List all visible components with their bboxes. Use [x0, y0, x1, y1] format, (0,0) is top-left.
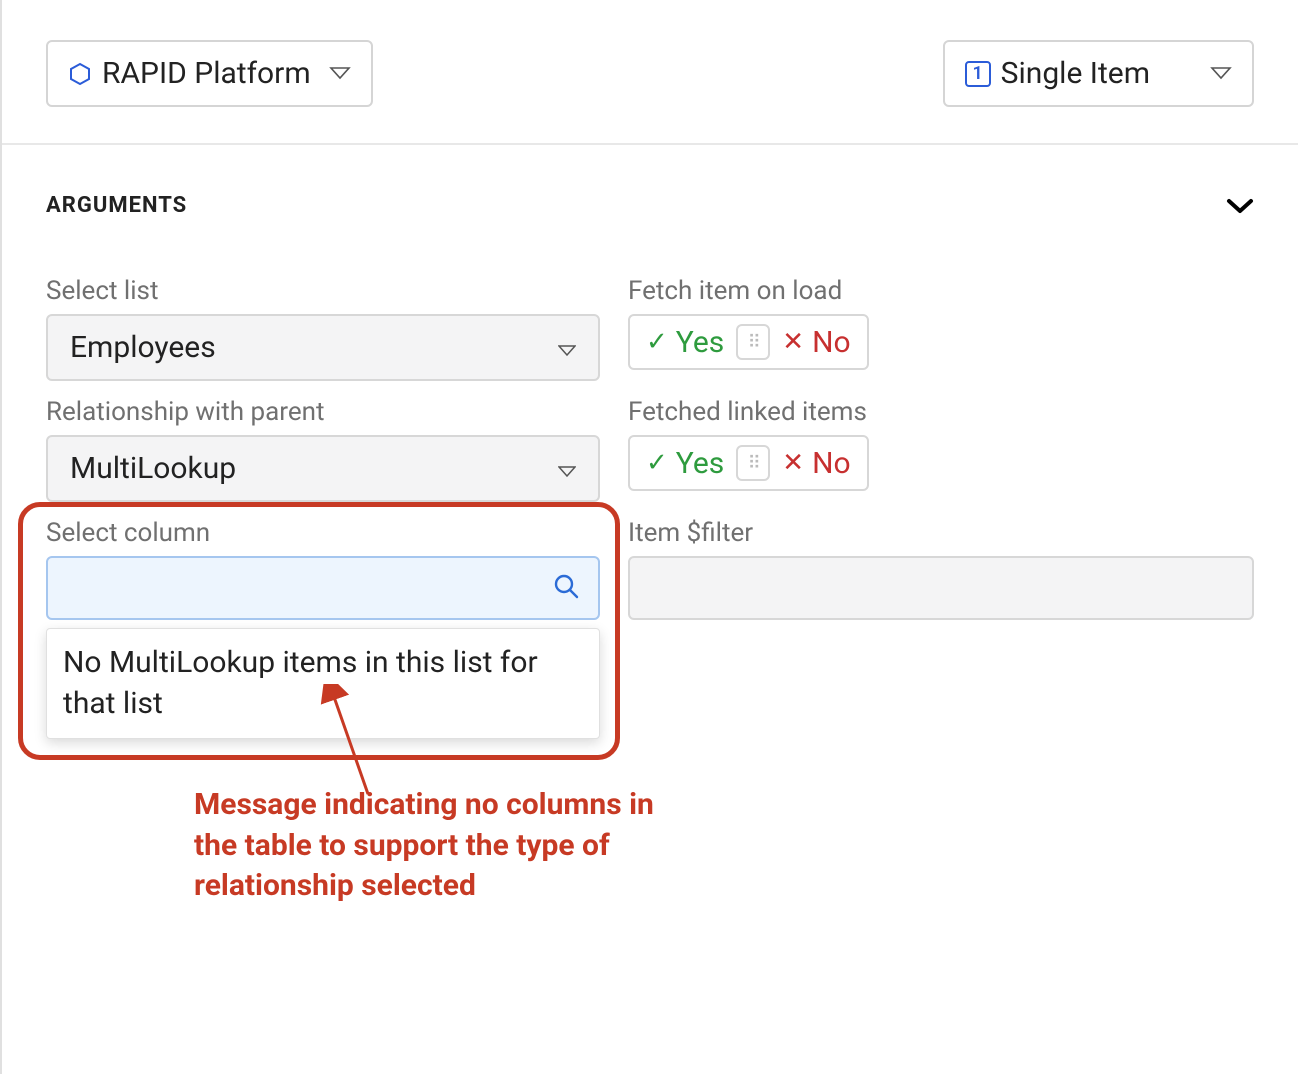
select-column-empty-message: No MultiLookup items in this list for th…	[46, 628, 600, 739]
header-row: RAPID Platform 1 Single Item	[2, 0, 1298, 145]
check-icon: ✓	[646, 448, 668, 478]
config-panel: RAPID Platform 1 Single Item ARGUMENTS	[0, 0, 1298, 1074]
select-column-label: Select column	[46, 518, 600, 548]
scope-dropdown[interactable]: 1 Single Item	[943, 40, 1254, 107]
arguments-grid: Select list Employees Fetch item on load…	[46, 270, 1254, 739]
item-filter-field: Item $filter	[628, 512, 1254, 739]
select-column-combobox[interactable]	[46, 556, 600, 620]
fetched-linked-label: Fetched linked items	[628, 397, 1254, 427]
arguments-section: ARGUMENTS Select list Employees Fetch it…	[2, 145, 1298, 739]
relationship-value: MultiLookup	[70, 451, 236, 486]
relationship-label: Relationship with parent	[46, 397, 600, 427]
drag-handle-icon[interactable]: ⠿	[736, 445, 770, 481]
relationship-dropdown[interactable]: MultiLookup	[46, 435, 600, 502]
select-column-field: Select column No MultiLookup items in th…	[46, 512, 600, 739]
drag-handle-icon[interactable]: ⠿	[736, 324, 770, 360]
chevron-down-icon	[558, 330, 576, 365]
fetch-on-load-label: Fetch item on load	[628, 276, 1254, 306]
item-filter-label: Item $filter	[628, 518, 1254, 548]
close-icon: ✕	[782, 327, 804, 357]
search-icon	[552, 572, 580, 604]
no-option[interactable]: No	[812, 325, 851, 360]
platform-label: RAPID Platform	[102, 56, 311, 91]
item-filter-input[interactable]	[628, 556, 1254, 620]
annotation-text: Message indicating no columns in the tab…	[194, 785, 664, 907]
scope-label: Single Item	[1001, 56, 1150, 91]
select-list-dropdown[interactable]: Employees	[46, 314, 600, 381]
fetched-linked-toggle[interactable]: ✓ Yes ⠿ ✕ No	[628, 435, 869, 491]
select-list-field: Select list Employees	[46, 270, 600, 391]
arguments-header[interactable]: ARGUMENTS	[46, 189, 1254, 222]
chevron-down-icon	[329, 65, 351, 83]
chevron-down-icon[interactable]	[1226, 189, 1254, 222]
close-icon: ✕	[782, 448, 804, 478]
chevron-down-icon	[558, 451, 576, 486]
fetch-on-load-toggle[interactable]: ✓ Yes ⠿ ✕ No	[628, 314, 869, 370]
fetch-on-load-field: Fetch item on load ✓ Yes ⠿ ✕ No	[628, 270, 1254, 391]
yes-option[interactable]: Yes	[676, 446, 724, 481]
check-icon: ✓	[646, 327, 668, 357]
count-badge-icon: 1	[965, 61, 991, 87]
arguments-title: ARGUMENTS	[46, 193, 187, 218]
no-option[interactable]: No	[812, 446, 851, 481]
fetched-linked-field: Fetched linked items ✓ Yes ⠿ ✕ No	[628, 391, 1254, 512]
select-list-label: Select list	[46, 276, 600, 306]
chevron-down-icon	[1210, 65, 1232, 83]
hexagon-icon	[68, 62, 92, 86]
select-list-value: Employees	[70, 330, 216, 365]
platform-dropdown[interactable]: RAPID Platform	[46, 40, 373, 107]
yes-option[interactable]: Yes	[676, 325, 724, 360]
relationship-field: Relationship with parent MultiLookup	[46, 391, 600, 512]
